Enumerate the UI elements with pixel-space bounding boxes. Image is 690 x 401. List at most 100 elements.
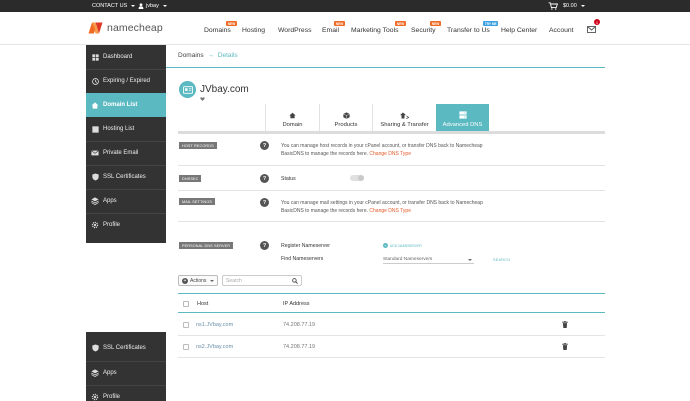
nav-email[interactable]: Email NEW — [322, 21, 346, 34]
mail-settings-label: MAIL SETTINGS — [179, 198, 216, 205]
sidebar-item-ssl-certificates[interactable]: SSL Certificates — [86, 165, 166, 189]
ip-cell: 74.208.77.19 — [283, 344, 316, 350]
tab-sharing-transfer[interactable]: Sharing & Transfer — [372, 104, 436, 131]
dashboard-icon — [91, 53, 99, 61]
gear-icon — [91, 393, 99, 401]
sidebar: Dashboard Expiring / Expired Domain List… — [86, 45, 166, 243]
help-icon[interactable]: ? — [260, 174, 269, 183]
sidebar-item-apps[interactable]: Apps — [86, 361, 166, 385]
sidebar-item-private-email[interactable]: Private Email — [86, 141, 166, 165]
username-label: jvbay — [146, 3, 159, 9]
host-cell[interactable]: ns1.JVbay.com — [196, 322, 233, 328]
nav-transfer-to-us[interactable]: Transfer to Us TRY ME — [447, 21, 499, 34]
contact-us-label: CONTACT US — [92, 3, 128, 9]
nav-marketing-tools[interactable]: Marketing Tools NEW — [351, 21, 407, 34]
dnssec-toggle[interactable] — [350, 175, 364, 181]
dns-server-icon — [458, 111, 467, 119]
nav-account[interactable]: Account — [549, 27, 574, 34]
chevron-down-icon — [468, 258, 472, 261]
trash-icon[interactable] — [562, 321, 568, 330]
sidebar-item-profile[interactable]: Profile — [86, 385, 166, 401]
nav-label: Transfer to Us — [447, 27, 490, 34]
cart-menu[interactable]: $0.00 — [548, 0, 585, 12]
nameserver-type-select[interactable]: Standard Nameservers — [383, 256, 474, 264]
table-row: ns2.JVbay.com 74.208.77.19 — [178, 336, 605, 358]
select-all-checkbox[interactable] — [183, 301, 189, 307]
sidebar-item-label: Private Email — [103, 150, 139, 156]
section-divider — [178, 190, 605, 191]
logo[interactable]: namecheap — [88, 22, 163, 34]
nav-wordpress[interactable]: WordPress — [278, 27, 312, 34]
favorite-icon[interactable] — [200, 97, 205, 103]
clock-icon — [91, 77, 99, 85]
domain-avatar — [179, 81, 196, 98]
trash-icon[interactable] — [562, 343, 568, 352]
plus-icon: + — [182, 277, 188, 284]
message-count-badge: 1 — [594, 19, 600, 25]
add-nameserver-button[interactable]: + ADD NAMESERVER — [383, 243, 422, 248]
help-icon[interactable]: ? — [260, 198, 269, 207]
search-input[interactable]: Search — [222, 275, 302, 286]
change-dns-type-link[interactable]: Change DNS Type — [369, 208, 411, 214]
tab-domain[interactable]: Domain — [265, 104, 319, 131]
namecheap-logo-icon — [88, 22, 103, 34]
try-me-badge: TRY ME — [483, 21, 499, 26]
search-nameservers-button[interactable]: SEARCH — [493, 258, 510, 262]
sidebar-item-label: Apps — [103, 198, 117, 204]
shield-icon — [91, 344, 99, 352]
change-dns-type-link[interactable]: Change DNS Type — [369, 151, 411, 157]
sidebar-bottom: SSL Certificates Apps Profile — [86, 332, 166, 401]
breadcrumb: Domains → Details — [178, 52, 238, 59]
shield-icon — [91, 173, 99, 181]
user-menu[interactable]: jvbay — [138, 0, 167, 12]
nav-security[interactable]: Security NEW — [411, 21, 442, 34]
sidebar-item-domain-list[interactable]: Domain List — [86, 93, 166, 117]
sidebar-item-label: Profile — [103, 394, 121, 400]
find-nameservers-label: Find Nameservers — [281, 256, 324, 262]
sidebar-item-profile[interactable]: Profile — [86, 213, 166, 237]
nav-help-center[interactable]: Help Center — [501, 27, 537, 34]
sidebar-item-apps[interactable]: Apps — [86, 189, 166, 213]
sidebar-item-hosting-list[interactable]: Hosting List — [86, 117, 166, 141]
contact-us-menu[interactable]: CONTACT US — [92, 0, 136, 12]
tab-products[interactable]: Products — [319, 104, 372, 131]
description-line: BasicDNS to manage the records here. — [281, 151, 368, 157]
plus-icon: + — [383, 243, 388, 248]
new-badge: NEW — [226, 21, 238, 26]
ip-cell: 74.208.77.19 — [283, 322, 316, 328]
user-icon — [138, 3, 144, 9]
row-checkbox[interactable] — [183, 322, 189, 328]
nav-hosting[interactable]: Hosting — [242, 27, 265, 34]
messages-button[interactable] — [587, 26, 596, 35]
tab-label: Products — [334, 122, 358, 128]
breadcrumb-separator: → — [207, 52, 214, 59]
host-cell[interactable]: ns2.JVbay.com — [196, 344, 233, 350]
select-value: Standard Nameservers — [383, 257, 433, 262]
sidebar-item-expiring[interactable]: Expiring / Expired — [86, 69, 166, 93]
nav-label: Hosting — [242, 27, 266, 34]
column-header-ip: IP Address — [283, 301, 310, 307]
breadcrumb-divider — [166, 67, 605, 68]
sidebar-item-label: Dashboard — [103, 54, 133, 60]
box-icon — [342, 112, 350, 119]
chevron-down-icon — [580, 5, 585, 7]
transfer-icon — [400, 112, 409, 119]
sidebar-item-ssl-certificates[interactable]: SSL Certificates — [86, 336, 166, 360]
help-icon[interactable]: ? — [260, 141, 269, 150]
sidebar-item-label: Hosting List — [103, 126, 135, 132]
tab-advanced-dns[interactable]: Advanced DNS — [436, 104, 489, 131]
apps-icon — [91, 197, 99, 205]
new-badge: NEW — [334, 21, 346, 26]
mail-settings-description: You can manage mail settings in your cPa… — [281, 199, 483, 215]
nav-domains[interactable]: Domains NEW — [204, 21, 238, 34]
actions-button[interactable]: + Actions — [178, 275, 218, 286]
nav-label: Security — [411, 27, 436, 34]
help-icon[interactable]: ? — [260, 241, 269, 250]
table-header: Host IP Address — [178, 293, 605, 313]
breadcrumb-domains-link[interactable]: Domains — [178, 52, 204, 59]
row-checkbox[interactable] — [183, 344, 189, 350]
sidebar-item-dashboard[interactable]: Dashboard — [86, 45, 166, 69]
search-icon[interactable] — [292, 277, 298, 284]
top-bar: CONTACT US jvbay $0.00 — [0, 0, 690, 12]
server-icon — [91, 125, 99, 133]
